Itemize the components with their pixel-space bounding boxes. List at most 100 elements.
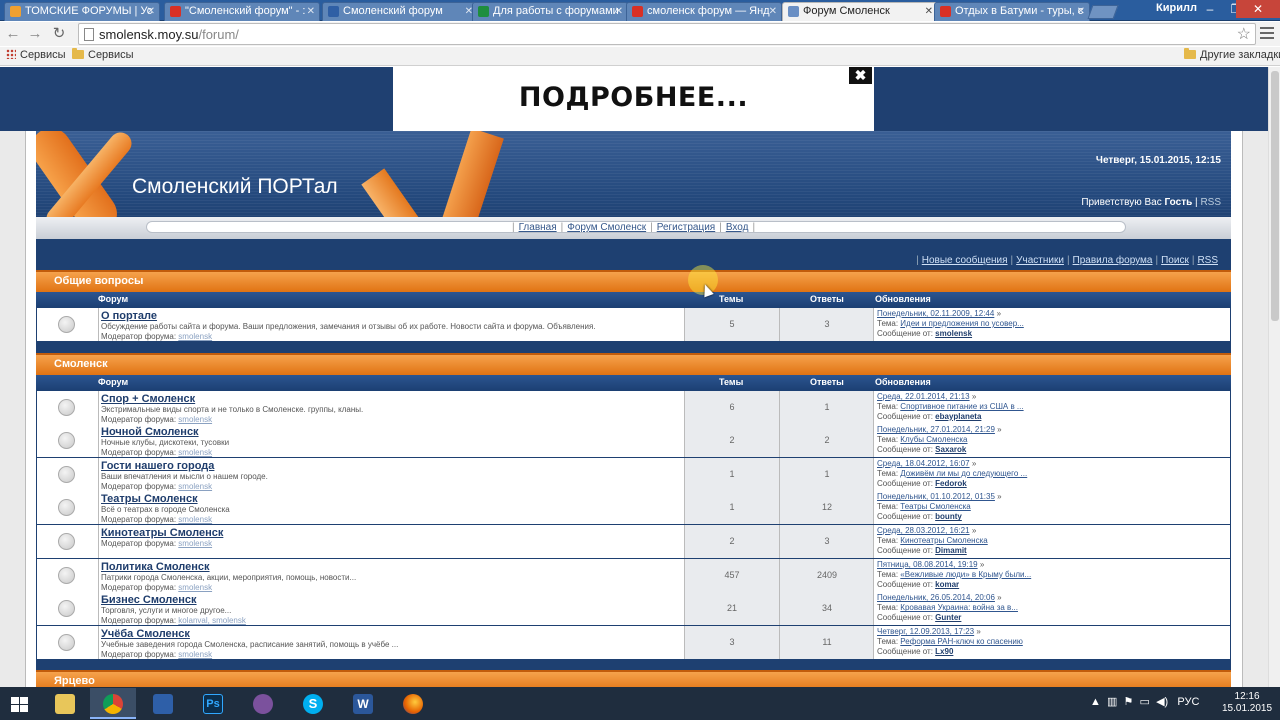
jump-icon[interactable]: » <box>976 627 980 636</box>
update-author-link[interactable]: Fedorok <box>935 479 967 488</box>
moderator-link[interactable]: smolensk <box>178 415 212 424</box>
jump-icon[interactable]: » <box>980 560 984 569</box>
ad-text[interactable]: ПОДРОБНЕЕ... <box>519 82 748 113</box>
taskbar-photoshop[interactable]: Ps <box>190 688 236 719</box>
scrollbar-thumb[interactable] <box>1271 71 1279 321</box>
nav-link[interactable]: Форум Смоленск <box>567 222 646 233</box>
bookmark-services-folder[interactable]: Сервисы <box>72 48 134 61</box>
quick-link[interactable]: RSS <box>1197 255 1218 266</box>
moderator-link[interactable]: kolanval, smolensk <box>178 616 246 625</box>
tray-volume-icon[interactable]: ◀) <box>1156 696 1168 708</box>
update-topic-link[interactable]: Театры Смоленска <box>900 502 970 511</box>
nav-link[interactable]: Регистрация <box>657 222 715 233</box>
update-author-link[interactable]: Saxarok <box>935 445 966 454</box>
update-topic-link[interactable]: Клубы Смоленска <box>900 435 967 444</box>
update-author-link[interactable]: komar <box>935 580 959 589</box>
browser-tab[interactable]: Смоленский форум ✕ <box>322 2 478 21</box>
update-topic-link[interactable]: Доживём ли мы до следующего ... <box>900 469 1027 478</box>
update-author-link[interactable]: ebayplaneta <box>935 412 981 421</box>
update-author-link[interactable]: Lx90 <box>935 647 953 656</box>
tab-close-icon[interactable]: ✕ <box>925 3 933 20</box>
update-topic-link[interactable]: Кинотеатры Смоленска <box>900 536 987 545</box>
forum-title-link[interactable]: Бизнес Смоленск <box>101 594 684 606</box>
update-date-link[interactable]: Понедельник, 02.11.2009, 12:44 <box>877 309 994 318</box>
tab-close-icon[interactable]: ✕ <box>615 3 623 20</box>
taskbar-word[interactable]: W <box>340 688 386 719</box>
quick-link[interactable]: Участники <box>1016 255 1064 266</box>
forum-title-link[interactable]: Гости нашего города <box>101 460 684 472</box>
jump-icon[interactable]: » <box>997 593 1001 602</box>
moderator-link[interactable]: smolensk <box>178 515 212 524</box>
moderator-link[interactable]: smolensk <box>178 448 212 457</box>
back-icon[interactable]: ← <box>4 24 22 44</box>
rss-link[interactable]: RSS <box>1200 197 1221 208</box>
forum-title-link[interactable]: Кинотеатры Смоленск <box>101 527 684 539</box>
moderator-link[interactable]: smolensk <box>178 539 212 548</box>
forward-icon[interactable]: → <box>26 24 44 44</box>
nav-link[interactable]: Вход <box>726 222 749 233</box>
quick-link[interactable]: Правила форума <box>1073 255 1153 266</box>
moderator-link[interactable]: smolensk <box>178 332 212 341</box>
update-author-link[interactable]: Dimamit <box>935 546 967 555</box>
jump-icon[interactable]: » <box>997 492 1001 501</box>
category-name[interactable]: Ярцево <box>54 675 95 687</box>
chrome-menu-icon[interactable] <box>1260 27 1274 39</box>
forum-title-link[interactable]: Спор + Смоленск <box>101 393 684 405</box>
browser-tab[interactable]: Для работы с форумами ✕ <box>472 2 628 21</box>
update-date-link[interactable]: Пятница, 08.08.2014, 19:19 <box>877 560 978 569</box>
tab-close-icon[interactable]: ✕ <box>147 3 155 20</box>
tray-up-icon[interactable]: ▲ <box>1090 696 1101 708</box>
update-date-link[interactable]: Среда, 28.03.2012, 16:21 <box>877 526 970 535</box>
jump-icon[interactable]: » <box>997 425 1001 434</box>
quick-link[interactable]: Поиск <box>1161 255 1189 266</box>
category-name[interactable]: Смоленск <box>54 358 108 370</box>
moderator-link[interactable]: smolensk <box>178 650 212 659</box>
page-scrollbar[interactable] <box>1268 67 1280 687</box>
tray-battery-icon[interactable]: ▭ <box>1140 696 1150 708</box>
taskbar-firefox[interactable] <box>390 688 436 719</box>
new-tab-button[interactable] <box>1087 5 1119 19</box>
update-date-link[interactable]: Среда, 18.04.2012, 16:07 <box>877 459 970 468</box>
browser-tab[interactable]: смоленск форум — Янд ✕ <box>626 2 782 21</box>
update-date-link[interactable]: Среда, 22.01.2014, 21:13 <box>877 392 970 401</box>
forum-title-link[interactable]: О портале <box>101 310 684 322</box>
jump-icon[interactable]: » <box>972 392 976 401</box>
taskbar-clock[interactable]: 12:16 15.01.2015 <box>1222 691 1272 715</box>
forum-title-link[interactable]: Политика Смоленск <box>101 561 684 573</box>
taskbar-skype[interactable]: S <box>290 688 336 719</box>
update-date-link[interactable]: Понедельник, 01.10.2012, 01:35 <box>877 492 995 501</box>
tab-close-icon[interactable]: ✕ <box>307 3 315 20</box>
language-indicator[interactable]: РУС <box>1177 696 1199 708</box>
forum-title-link[interactable]: Учёба Смоленск <box>101 628 684 640</box>
ad-banner[interactable]: ПОДРОБНЕЕ... <box>393 67 874 131</box>
forum-title-link[interactable]: Ночной Смоленск <box>101 426 684 438</box>
update-author-link[interactable]: Gunter <box>935 613 961 622</box>
tab-close-icon[interactable]: ✕ <box>769 3 777 20</box>
bookmark-services-apps[interactable]: Сервисы <box>6 49 66 61</box>
browser-tab[interactable]: Отдых в Батуми - туры, с ✕ <box>934 2 1090 21</box>
profile-name[interactable]: Кирилл <box>1156 2 1197 14</box>
taskbar-chrome[interactable] <box>90 688 136 719</box>
ad-close-icon[interactable]: ✖ <box>849 67 872 84</box>
update-author-link[interactable]: smolensk <box>935 329 972 338</box>
update-topic-link[interactable]: Реформа РАН-ключ ко спасению <box>900 637 1023 646</box>
moderator-link[interactable]: smolensk <box>178 482 212 491</box>
forum-title-link[interactable]: Театры Смоленск <box>101 493 684 505</box>
tab-close-icon[interactable]: ✕ <box>1077 3 1085 20</box>
bookmark-star-icon[interactable]: ☆ <box>1237 24 1251 44</box>
nav-link[interactable]: Главная <box>519 222 557 233</box>
update-topic-link[interactable]: Идеи и предложения по усовер... <box>900 319 1024 328</box>
tray-flag-icon[interactable]: ⚑ <box>1124 696 1134 708</box>
quick-link[interactable]: Новые сообщения <box>922 255 1008 266</box>
start-button[interactable] <box>0 688 46 719</box>
update-date-link[interactable]: Понедельник, 27.01.2014, 21:29 <box>877 425 995 434</box>
taskbar-viber[interactable] <box>240 688 286 719</box>
tray-network-icon[interactable]: ▥ <box>1107 696 1117 708</box>
reload-icon[interactable]: ↻ <box>50 24 68 44</box>
update-author-link[interactable]: bounty <box>935 512 962 521</box>
update-topic-link[interactable]: Кровавая Украина: война за в... <box>900 603 1018 612</box>
update-topic-link[interactable]: «Вежливые люди» в Крыму были... <box>900 570 1031 579</box>
minimize-icon[interactable]: – <box>1196 0 1224 18</box>
browser-tab[interactable]: Форум Смоленск ✕ <box>782 2 938 21</box>
address-bar[interactable]: smolensk.moy.su/forum/ ☆ <box>78 23 1256 45</box>
